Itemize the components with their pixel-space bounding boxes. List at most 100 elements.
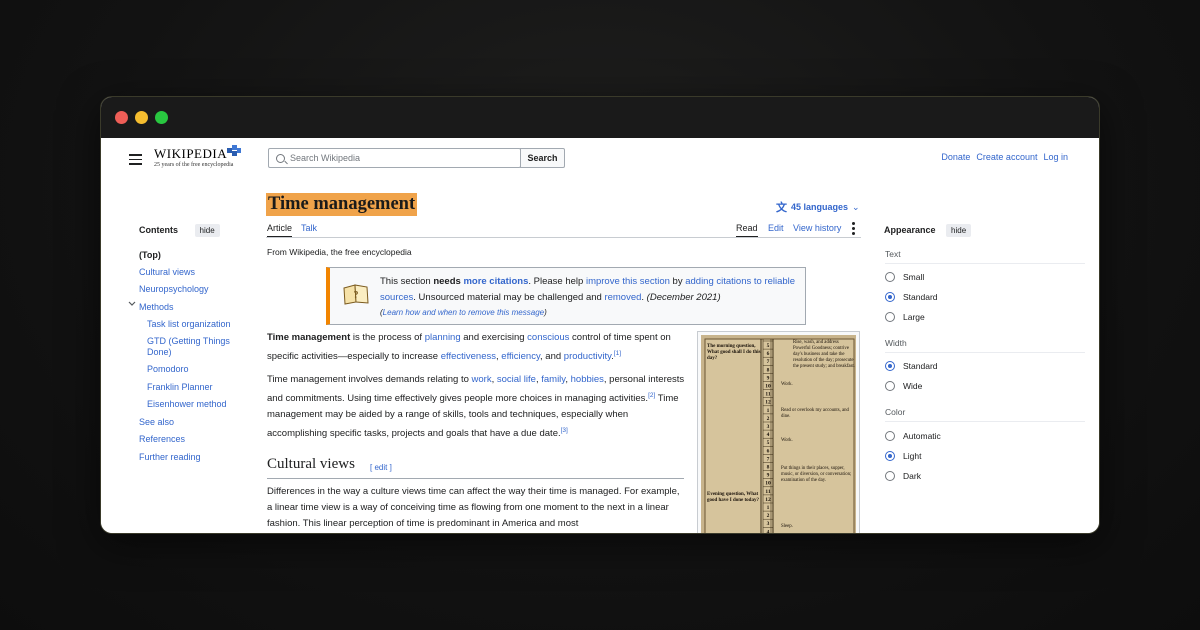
- radio-circle[interactable]: [885, 361, 895, 371]
- user-links: Donate Create account Log in: [941, 152, 1068, 162]
- donate-link[interactable]: Donate: [941, 152, 970, 162]
- hour-number: 4: [767, 432, 770, 438]
- family-link[interactable]: family: [541, 374, 565, 385]
- toc-item-see-also[interactable]: See also: [139, 417, 174, 427]
- toc-item-task-list[interactable]: Task list organization: [147, 319, 231, 329]
- radio-text-standard[interactable]: Standard: [885, 292, 938, 302]
- work-text-1: Work.: [781, 382, 793, 387]
- social-life-link[interactable]: social life: [497, 374, 536, 385]
- effectiveness-link[interactable]: effectiveness: [441, 351, 496, 362]
- toc-item-methods[interactable]: Methods: [139, 302, 174, 312]
- appearance-hide-button[interactable]: hide: [946, 224, 972, 237]
- hour-number: 3: [767, 521, 770, 527]
- radio-circle[interactable]: [885, 431, 895, 441]
- reference-3[interactable]: [3]: [561, 427, 568, 434]
- radio-circle[interactable]: [885, 272, 895, 282]
- tab-view-history[interactable]: View history: [793, 223, 841, 233]
- toc-heading: Contents: [139, 225, 178, 235]
- notice-learn: (Learn how and when to remove this messa…: [380, 308, 547, 317]
- search-input[interactable]: Search Wikipedia: [268, 148, 521, 168]
- radio-circle[interactable]: [885, 471, 895, 481]
- toc-item-pomodoro[interactable]: Pomodoro: [147, 364, 189, 374]
- put-things-text: Put things in their places, supper, musi…: [781, 466, 852, 483]
- radio-circle[interactable]: [885, 312, 895, 322]
- radio-color-automatic[interactable]: Automatic: [885, 431, 941, 441]
- width-divider: [885, 352, 1085, 353]
- window-titlebar: [101, 97, 1099, 138]
- toc-item-top[interactable]: (Top): [139, 250, 161, 260]
- more-citations-link[interactable]: more citations: [463, 276, 528, 287]
- learn-close: ): [544, 308, 547, 317]
- radio-label: Dark: [903, 471, 921, 481]
- tabs-divider: [266, 237, 861, 238]
- radio-text-small[interactable]: Small: [885, 272, 924, 282]
- tab-talk[interactable]: Talk: [301, 223, 317, 233]
- radio-color-light[interactable]: Light: [885, 451, 921, 461]
- radio-circle[interactable]: [885, 451, 895, 461]
- hobbies-link[interactable]: hobbies: [571, 374, 604, 385]
- work-link[interactable]: work: [472, 374, 492, 385]
- search-button[interactable]: Search: [520, 148, 565, 168]
- menu-icon[interactable]: [129, 154, 142, 165]
- productivity-link[interactable]: productivity: [564, 351, 611, 362]
- work-text-2: Work.: [781, 438, 793, 443]
- notice-needs: needs: [433, 276, 461, 287]
- close-window-button[interactable]: [115, 111, 128, 124]
- wikipedia-puzzle-icon: [227, 145, 241, 156]
- radio-text-large[interactable]: Large: [885, 312, 925, 322]
- tab-edit[interactable]: Edit: [768, 223, 784, 233]
- morning-question: The morning question, What good shall I …: [707, 344, 761, 361]
- radio-circle[interactable]: [885, 381, 895, 391]
- toc-item-neuropsychology[interactable]: Neuropsychology: [139, 284, 209, 294]
- reference-1[interactable]: [1]: [614, 350, 621, 357]
- chevron-down-icon[interactable]: [128, 301, 136, 307]
- toc-item-references[interactable]: References: [139, 434, 185, 444]
- efficiency-link[interactable]: efficiency: [501, 351, 540, 362]
- toc-hide-button[interactable]: hide: [194, 224, 220, 237]
- wikipedia-tagline: 25 years of the free encyclopedia: [154, 162, 234, 168]
- hour-number: 4: [767, 529, 770, 534]
- maximize-window-button[interactable]: [155, 111, 168, 124]
- hour-number: 12: [765, 400, 771, 406]
- hour-number: 8: [767, 465, 770, 471]
- learn-remove-link[interactable]: Learn how and when to remove this messag…: [383, 308, 544, 317]
- radio-color-dark[interactable]: Dark: [885, 471, 921, 481]
- toc-item-further-reading[interactable]: Further reading: [139, 452, 201, 462]
- radio-width-standard[interactable]: Standard: [885, 361, 938, 371]
- toc-item-gtd[interactable]: GTD (Getting Things Done): [147, 336, 242, 358]
- page-title: Time management: [266, 193, 418, 216]
- wikipedia-logo-title[interactable]: WIKIPEDIA: [154, 146, 227, 162]
- language-selector[interactable]: 文 45 languages ⌄: [776, 199, 860, 215]
- toc-item-eisenhower[interactable]: Eisenhower method: [147, 399, 227, 409]
- removed-link[interactable]: removed: [604, 292, 641, 303]
- conscious-link[interactable]: conscious: [527, 332, 569, 343]
- paragraph-demands: Time management involves demands relatin…: [267, 372, 687, 442]
- franklin-schedule-figure[interactable]: 5 6 7 8 9 10 11 12 1 2 3 4 5 6 7 8 9 10 11 12 1 2 3 4 The morni…: [697, 331, 860, 534]
- hour-number: 8: [767, 367, 770, 373]
- section-divider: [267, 478, 684, 479]
- section-edit-link[interactable]: [ edit ]: [370, 463, 392, 472]
- radio-circle[interactable]: [885, 292, 895, 302]
- radio-width-wide[interactable]: Wide: [885, 381, 922, 391]
- appearance-heading: Appearance: [884, 225, 936, 235]
- minimize-window-button[interactable]: [135, 111, 148, 124]
- search-placeholder: Search Wikipedia: [290, 153, 361, 163]
- tab-article[interactable]: Article: [267, 223, 293, 238]
- tab-read[interactable]: Read: [736, 223, 758, 238]
- more-options-icon[interactable]: [852, 222, 856, 237]
- login-link[interactable]: Log in: [1043, 152, 1068, 162]
- language-count: 45 languages: [791, 202, 849, 212]
- planning-link[interactable]: planning: [425, 332, 461, 343]
- toc-item-cultural-views[interactable]: Cultural views: [139, 267, 195, 277]
- improve-section-link[interactable]: improve this section: [586, 276, 670, 287]
- radio-label: Standard: [903, 292, 938, 302]
- notice-t1: This section: [380, 276, 434, 287]
- section-heading-cultural-views: Cultural views: [267, 456, 355, 472]
- p1-b: and exercising: [460, 332, 528, 343]
- create-account-link[interactable]: Create account: [976, 152, 1037, 162]
- p1-e: , and: [540, 351, 564, 363]
- hour-number: 9: [767, 375, 770, 381]
- evening-question: Evening question, What good have I done …: [707, 492, 759, 503]
- toc-item-franklin-planner[interactable]: Franklin Planner: [147, 382, 213, 392]
- paragraph-intro: Time management is the process of planni…: [267, 330, 687, 365]
